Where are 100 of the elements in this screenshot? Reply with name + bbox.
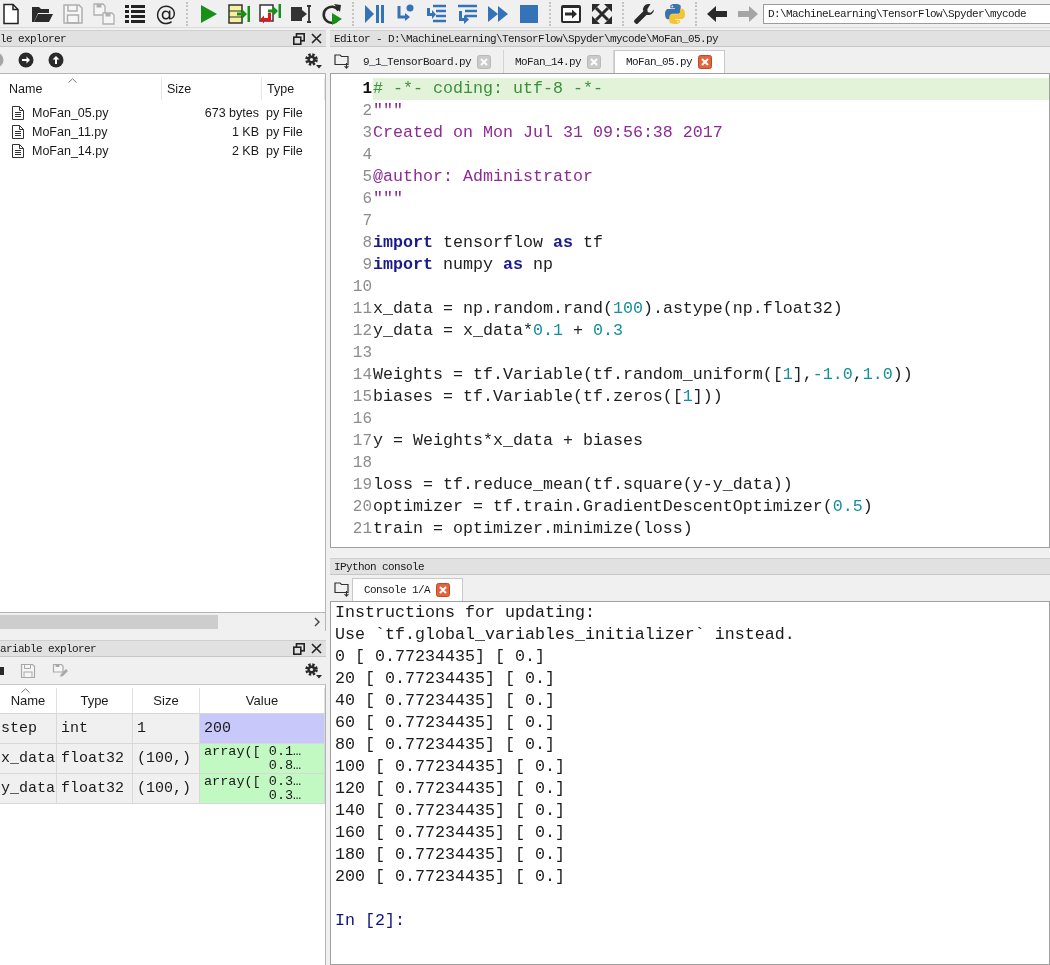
console-line: 100 [ 0.77234435] [ 0.] [335,756,566,778]
code-line: biases = tf.Variable(tf.zeros([1])) [373,386,724,408]
line-number: 14 [351,365,373,386]
undock-icon[interactable] [293,642,305,655]
line-number: 8 [361,233,373,254]
debug-icon[interactable] [363,2,385,25]
code-line: y_data = x_data*0.1 + 0.3 [373,320,624,342]
line-number: 10 [351,277,373,298]
code-line: import numpy as np [373,254,554,276]
browse-tabs-icon[interactable] [334,579,352,597]
console-output[interactable] [330,601,1050,965]
console-line: 60 [ 0.77234435] [ 0.] [335,712,556,734]
close-icon[interactable] [311,643,322,654]
scroll-right-icon[interactable] [314,617,320,627]
line-number: 16 [351,409,373,430]
path-field[interactable]: D:\MachineLearning\TensorFlow\Spyder\mycode [763,3,1050,24]
code-line: optimizer = tf.train.GradientDescentOptimizer(0.5) [373,496,874,518]
file-size: 2 KB [230,143,260,158]
console-line: 20 [ 0.77234435] [ 0.] [335,668,556,690]
code-line: @author: Administrator [373,166,594,188]
file-name[interactable]: MoFan_05.py [32,105,109,120]
console-line: 200 [ 0.77234435] [ 0.] [335,866,566,888]
table-cell: step [0,714,57,744]
console-line: 80 [ 0.77234435] [ 0.] [335,734,556,756]
run-cell-icon[interactable] [228,2,250,25]
column-header[interactable]: Size [162,78,262,100]
line-number: 7 [361,211,373,232]
console-line: 120 [ 0.77234435] [ 0.] [335,778,566,800]
code-line: """ [373,188,404,210]
document-icon [12,105,24,120]
column-header[interactable]: Name [0,78,162,100]
panel-title: IPython console [334,560,426,573]
value-cell: 200 [200,714,325,744]
line-number: 1 [361,79,373,100]
column-header[interactable]: Type [262,78,325,100]
code-line: import tensorflow as tf [373,232,604,254]
run-selection-icon[interactable] [290,2,312,25]
document-icon [12,124,24,139]
close-icon[interactable] [311,33,322,44]
settings-icon[interactable] [304,662,322,679]
wrench-icon[interactable] [633,2,655,25]
browse-tabs-icon[interactable] [334,51,352,69]
line-number: 2 [361,101,373,122]
console-line: 160 [ 0.77234435] [ 0.] [335,822,566,844]
console-line: 40 [ 0.77234435] [ 0.] [335,690,556,712]
stop-icon[interactable] [518,2,540,25]
file-tab[interactable]: Console 1/A [352,578,463,601]
at-sign-button[interactable]: @ [155,2,177,25]
step-into-icon[interactable] [425,2,447,25]
file-name[interactable]: MoFan_11.py [32,124,108,139]
maximize-pane-icon[interactable] [560,2,582,25]
console-line: 180 [ 0.77234435] [ 0.] [335,844,566,866]
line-number: 9 [361,255,373,276]
console-line: Use `tf.global_variables_initializer` instead. [335,624,796,646]
file-type: py File [265,143,304,158]
table-cell: 1 [133,714,200,744]
file-name[interactable]: MoFan_14.py [32,143,109,158]
line-number: 15 [351,387,373,408]
run-cell-advance-icon[interactable] [259,2,281,25]
table-cell: float32 [57,774,133,804]
code-line: train = optimizer.minimize(loss) [373,518,694,540]
line-number: 19 [351,475,373,496]
code-line: y = Weights*x_data + biases [373,430,644,452]
code-line: """ [373,100,404,122]
fullscreen-icon[interactable] [591,2,613,25]
horizontal-scrollbar[interactable] [0,613,326,631]
panel-title: le explorer [0,32,67,45]
list-icon[interactable] [124,2,146,25]
console-line: Instructions for updating: [335,602,596,624]
file-tab[interactable]: MoFan_05.py [614,50,726,73]
panel-title: Editor - D:\MachineLearning\TensorFlow\Spyder\mycode\MoFan_05.py [334,32,720,45]
console-line: 0 [ 0.77234435] [ 0.] [335,646,546,668]
code-editor[interactable] [330,73,1050,548]
settings-icon[interactable] [304,51,322,69]
panel-title: ariable explorer [0,642,98,655]
table-cell: float32 [57,744,133,774]
code-line: Created on Mon Jul 31 09:56:38 2017 [373,122,724,144]
document-icon [12,143,24,158]
file-size: 1 KB [230,124,260,139]
table-cell: (100,) [133,774,200,804]
file-type: py File [265,124,304,139]
value-cell: array([ 0.1… 0.8… [200,744,325,774]
line-number: 3 [361,123,373,144]
line-number: 13 [351,343,373,364]
undock-icon[interactable] [293,32,305,45]
value-cell: array([ 0.3… 0.3… [200,774,325,804]
line-number: 4 [361,145,373,166]
python-logo-icon[interactable] [664,2,686,25]
scrollbar-thumb[interactable] [0,615,218,629]
new-file-icon[interactable] [0,2,22,25]
table-cell: x_data [0,744,57,774]
rerun-icon[interactable] [321,2,343,25]
line-number: 18 [351,453,373,474]
line-number: 17 [351,431,373,452]
line-number: 6 [361,189,373,210]
table-cell: (100,) [133,744,200,774]
code-line: Weights = tf.Variable(tf.random_uniform([1],-1.0,1.0)) [373,364,914,386]
table-cell: y_data [0,774,57,804]
step-return-icon[interactable] [456,2,478,25]
line-number: 11 [351,299,373,320]
